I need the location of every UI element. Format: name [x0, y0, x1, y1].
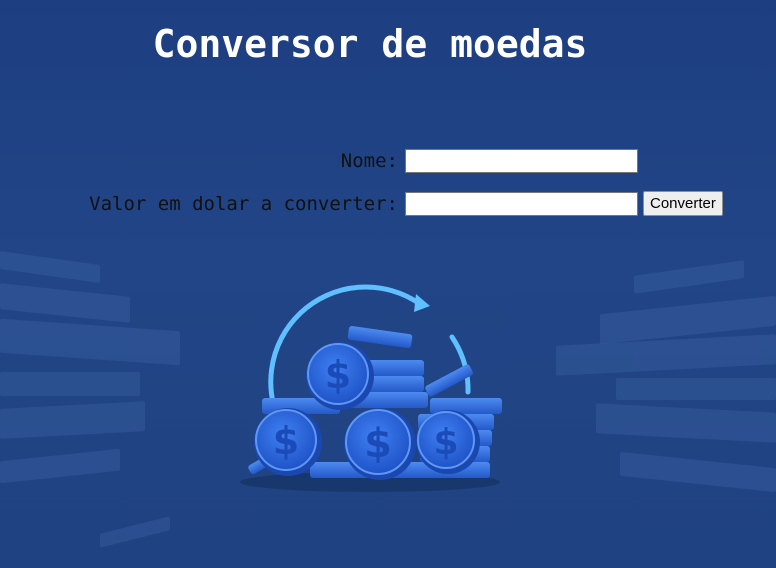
amount-row: Valor em dolar a converter: Converter	[0, 191, 776, 216]
background-streak	[620, 451, 776, 493]
page-title: Conversor de moedas	[152, 22, 588, 66]
background-streak	[0, 401, 145, 439]
background-streak	[634, 260, 744, 294]
coins-with-dollar-and-circular-arrow-icon: $ $ $ $	[240, 284, 502, 492]
name-row: Nome:	[0, 149, 776, 173]
amount-label: Valor em dolar a converter:	[89, 192, 398, 215]
svg-text:$: $	[364, 421, 392, 467]
svg-text:$: $	[325, 353, 351, 397]
background-streak	[616, 378, 776, 400]
background-streak	[100, 516, 170, 548]
background-streak	[0, 283, 130, 323]
name-label: Nome:	[340, 150, 398, 172]
background-streak	[0, 250, 100, 284]
amount-input[interactable]	[405, 191, 638, 216]
svg-text:$: $	[433, 422, 458, 463]
name-input[interactable]	[405, 149, 638, 173]
background-streak	[556, 334, 776, 376]
background-streak	[0, 448, 120, 484]
svg-text:$: $	[273, 419, 299, 463]
background-streak	[0, 372, 140, 396]
background-streak	[0, 318, 180, 366]
background-streak	[596, 403, 776, 443]
convert-button[interactable]: Converter	[643, 191, 723, 216]
